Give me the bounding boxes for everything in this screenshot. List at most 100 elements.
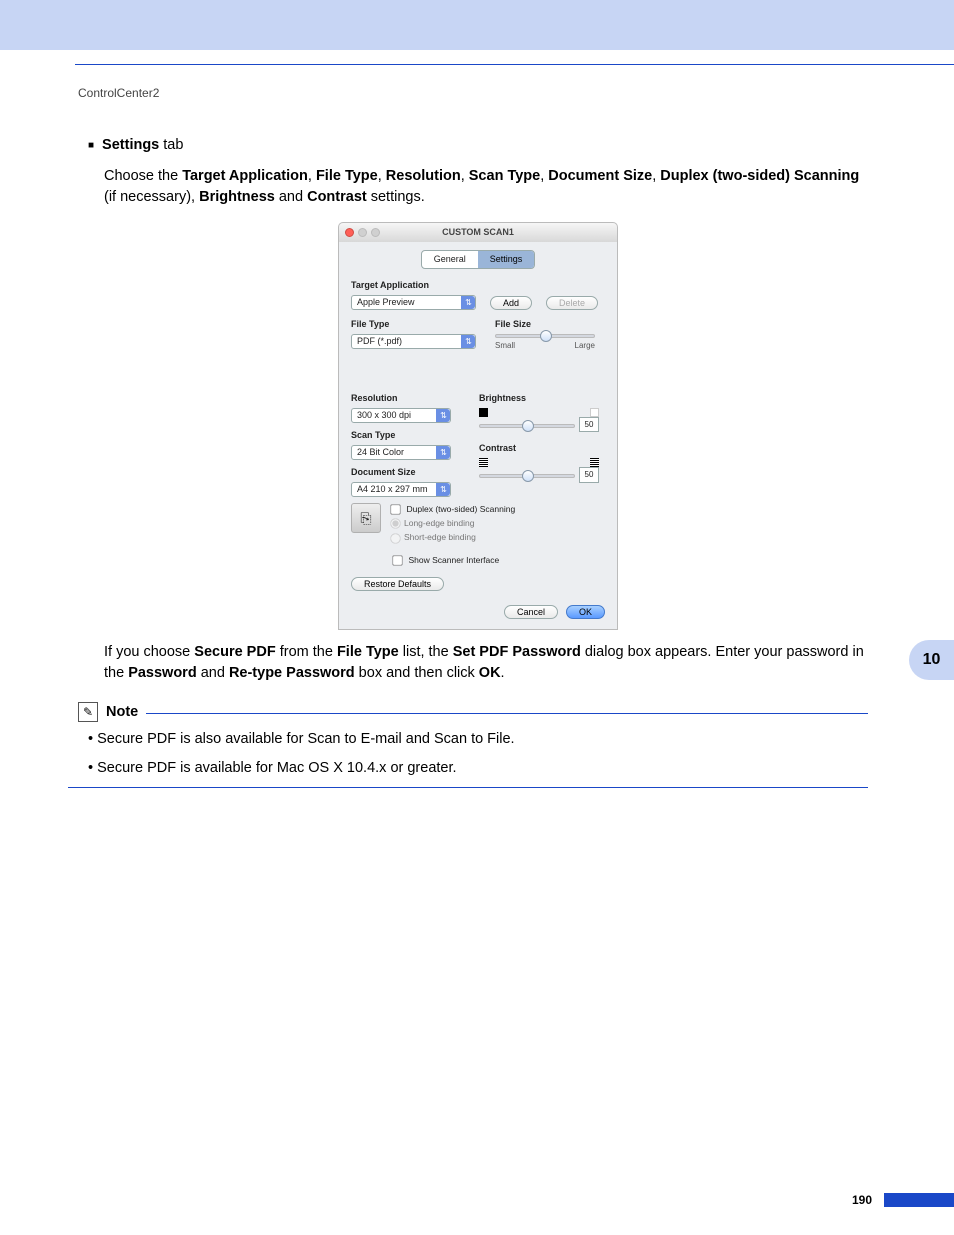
ap-b6: OK bbox=[479, 665, 501, 681]
tab-settings[interactable]: Settings bbox=[478, 251, 535, 268]
kw-duplex: Duplex (two-sided) Scanning bbox=[660, 168, 859, 184]
add-button[interactable]: Add bbox=[490, 296, 532, 310]
doc-size-value: A4 210 x 297 mm bbox=[357, 483, 428, 496]
kw-doc-size: Document Size bbox=[548, 168, 652, 184]
scan-type-label: Scan Type bbox=[351, 429, 461, 442]
note-block: ✎ Note Secure PDF is also available for … bbox=[78, 702, 868, 788]
traffic-lights bbox=[345, 228, 380, 237]
ap-b5: Re-type Password bbox=[229, 665, 355, 681]
secure-pdf-paragraph: If you choose Secure PDF from the File T… bbox=[104, 642, 868, 684]
contrast-slider[interactable] bbox=[479, 474, 575, 478]
scan-type-value: 24 Bit Color bbox=[357, 446, 404, 459]
slider-thumb-icon[interactable] bbox=[522, 470, 534, 482]
minimize-icon bbox=[358, 228, 367, 237]
note-item-1: Secure PDF is also available for Scan to… bbox=[88, 729, 868, 750]
dark-swatch-icon bbox=[479, 408, 488, 417]
duplex-icon: ⎘ bbox=[351, 503, 381, 533]
file-size-small: Small bbox=[495, 340, 515, 352]
binding-radio-group: Long-edge binding Short-edge binding bbox=[389, 517, 515, 545]
brightness-value[interactable]: 50 bbox=[579, 417, 599, 433]
duplex-label: Duplex (two-sided) Scanning bbox=[407, 504, 516, 514]
low-contrast-icon bbox=[479, 458, 488, 467]
close-icon[interactable] bbox=[345, 228, 354, 237]
intro-text-3: and bbox=[275, 189, 307, 205]
ap-b1: Secure PDF bbox=[194, 644, 275, 660]
file-type-dropdown[interactable]: PDF (*.pdf) ⇅ bbox=[351, 334, 476, 349]
long-edge-radio-row[interactable]: Long-edge binding bbox=[389, 517, 515, 530]
dialog-body: General Settings Target Application Appl… bbox=[338, 242, 618, 630]
intro-paragraph: Choose the Target Application, File Type… bbox=[104, 166, 868, 208]
target-app-value: Apple Preview bbox=[357, 296, 415, 309]
target-app-label: Target Application bbox=[351, 279, 605, 292]
dialog-title: CUSTOM SCAN1 bbox=[339, 226, 617, 239]
chevron-updown-icon: ⇅ bbox=[436, 446, 450, 459]
kw-file-type: File Type bbox=[316, 168, 378, 184]
ok-button[interactable]: OK bbox=[566, 605, 605, 619]
footer-bar-icon bbox=[884, 1193, 954, 1207]
brightness-slider[interactable] bbox=[479, 424, 575, 428]
long-edge-radio bbox=[390, 519, 400, 529]
header-rule bbox=[75, 64, 954, 65]
ap-b3: Set PDF Password bbox=[453, 644, 581, 660]
ap-t3: list, the bbox=[399, 644, 453, 660]
ap-b4: Password bbox=[128, 665, 197, 681]
restore-defaults-button[interactable]: Restore Defaults bbox=[351, 577, 444, 591]
short-edge-label: Short-edge binding bbox=[404, 532, 476, 542]
brightness-label: Brightness bbox=[479, 392, 599, 405]
chevron-updown-icon: ⇅ bbox=[461, 296, 475, 309]
chevron-updown-icon: ⇅ bbox=[436, 409, 450, 422]
settings-tab-heading: Settings tab bbox=[102, 135, 183, 156]
chevron-updown-icon: ⇅ bbox=[461, 335, 475, 348]
custom-scan-dialog: CUSTOM SCAN1 General Settings Target App… bbox=[338, 222, 618, 630]
duplex-checkbox[interactable] bbox=[390, 504, 400, 514]
resolution-value: 300 x 300 dpi bbox=[357, 409, 411, 422]
page-footer: 190 bbox=[78, 1193, 954, 1207]
resolution-label: Resolution bbox=[351, 392, 461, 405]
tabs-row: General Settings bbox=[351, 250, 605, 269]
note-pencil-icon: ✎ bbox=[78, 702, 98, 722]
kw-contrast: Contrast bbox=[307, 189, 367, 205]
cancel-button[interactable]: Cancel bbox=[504, 605, 558, 619]
show-scanner-label: Show Scanner Interface bbox=[409, 555, 500, 565]
short-edge-radio-row[interactable]: Short-edge binding bbox=[389, 531, 515, 544]
dialog-titlebar: CUSTOM SCAN1 bbox=[338, 222, 618, 242]
ap-t1: If you choose bbox=[104, 644, 194, 660]
show-scanner-row[interactable]: Show Scanner Interface bbox=[391, 554, 605, 567]
ap-t2: from the bbox=[276, 644, 337, 660]
doc-size-label: Document Size bbox=[351, 466, 461, 479]
content-area: ■ Settings tab Choose the Target Applica… bbox=[88, 135, 868, 788]
high-contrast-icon bbox=[590, 458, 599, 467]
resolution-dropdown[interactable]: 300 x 300 dpi ⇅ bbox=[351, 408, 451, 423]
contrast-label: Contrast bbox=[479, 442, 599, 455]
chapter-tab: 10 bbox=[909, 640, 954, 680]
light-swatch-icon bbox=[590, 408, 599, 417]
duplex-checkbox-row[interactable]: Duplex (two-sided) Scanning bbox=[389, 503, 515, 516]
tab-general[interactable]: General bbox=[422, 251, 478, 268]
file-type-label: File Type bbox=[351, 318, 481, 331]
intro-text-4: settings. bbox=[367, 189, 425, 205]
ap-b2: File Type bbox=[337, 644, 399, 660]
kw-brightness: Brightness bbox=[199, 189, 275, 205]
kw-target-app: Target Application bbox=[182, 168, 308, 184]
show-scanner-checkbox[interactable] bbox=[392, 555, 402, 565]
contrast-value[interactable]: 50 bbox=[579, 467, 599, 483]
note-title: Note bbox=[106, 702, 138, 723]
long-edge-label: Long-edge binding bbox=[404, 518, 474, 528]
running-header: ControlCenter2 bbox=[78, 86, 159, 100]
page-number: 190 bbox=[852, 1193, 872, 1207]
delete-button: Delete bbox=[546, 296, 598, 310]
square-bullet-icon: ■ bbox=[88, 135, 94, 156]
ap-t7: . bbox=[501, 665, 505, 681]
file-size-slider[interactable] bbox=[495, 334, 595, 338]
slider-thumb-icon[interactable] bbox=[522, 420, 534, 432]
chevron-updown-icon: ⇅ bbox=[436, 483, 450, 496]
note-rule bbox=[146, 713, 868, 714]
doc-size-dropdown[interactable]: A4 210 x 297 mm ⇅ bbox=[351, 482, 451, 497]
ap-t5: and bbox=[197, 665, 229, 681]
zoom-icon bbox=[371, 228, 380, 237]
kw-resolution: Resolution bbox=[386, 168, 461, 184]
target-app-dropdown[interactable]: Apple Preview ⇅ bbox=[351, 295, 476, 310]
intro-text-2: (if necessary), bbox=[104, 189, 199, 205]
scan-type-dropdown[interactable]: 24 Bit Color ⇅ bbox=[351, 445, 451, 460]
intro-text-1: Choose the bbox=[104, 168, 182, 184]
